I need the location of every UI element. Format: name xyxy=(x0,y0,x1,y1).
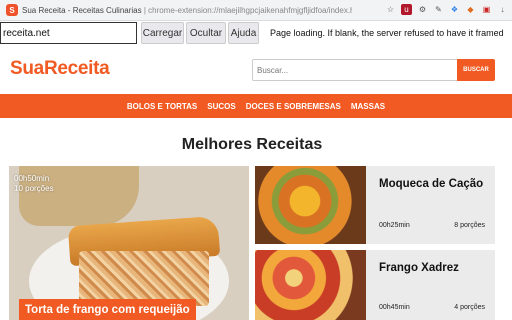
recipe-servings: 8 porções xyxy=(454,222,485,229)
nav-item-massas[interactable]: MASSAS xyxy=(351,102,385,111)
search-input[interactable] xyxy=(252,59,458,81)
browser-bar: S Sua Receita - Receitas Culinarias | ch… xyxy=(0,0,512,21)
featured-recipe-card[interactable]: 00h50min 10 porções Torta de frango com … xyxy=(9,166,249,320)
recipe-time: 00h45min xyxy=(379,304,410,311)
url-field[interactable] xyxy=(0,22,137,44)
pie-filling-image xyxy=(79,251,209,306)
recipe-image xyxy=(255,166,366,244)
extension-gear-icon[interactable]: ⚙ xyxy=(417,4,428,15)
nav-item-bolos-e-tortas[interactable]: BOLOS E TORTAS xyxy=(127,102,197,111)
featured-time: 00h50min xyxy=(14,174,50,183)
nav-item-sucos[interactable]: SUCOS xyxy=(207,102,235,111)
nav-item-doces-e-sobremesas[interactable]: DOCES E SOBREMESAS xyxy=(246,102,341,111)
help-button[interactable]: Ajuda xyxy=(228,22,259,44)
featured-servings: 10 porções xyxy=(14,184,54,193)
status-message: Page loading. If blank, the server refus… xyxy=(270,28,504,38)
extension-edit-icon[interactable]: ✎ xyxy=(433,4,444,15)
recipe-title[interactable]: Frango Xadrez xyxy=(379,262,459,274)
download-icon[interactable]: ↓ xyxy=(497,4,508,15)
site-favicon-icon: S xyxy=(6,4,18,16)
recipe-title[interactable]: Moqueca de Cação xyxy=(379,178,483,190)
recipe-card[interactable]: Frango Xadrez 00h45min 4 porções xyxy=(255,250,495,320)
recipe-card[interactable]: Moqueca de Cação 00h25min 8 porções xyxy=(255,166,495,244)
search-button[interactable]: BUSCAR xyxy=(457,59,495,81)
tab-title: Sua Receita - Receitas Culinarias xyxy=(22,5,142,15)
featured-title[interactable]: Torta de frango com requeijão xyxy=(19,299,196,320)
site-logo[interactable]: SuaReceita xyxy=(10,58,110,80)
load-button[interactable]: Carregar xyxy=(141,22,184,44)
category-nav: BOLOS E TORTAS SUCOS DOCES E SOBREMESAS … xyxy=(0,94,512,118)
extension-icons: ☆ u ⚙ ✎ ❖ ◆ ▣ ↓ xyxy=(385,4,508,15)
extension-u-icon[interactable]: u xyxy=(401,4,412,15)
site-header: SuaReceita BUSCAR xyxy=(0,46,512,94)
url-text: chrome-extension://mlaejilhgpcjaikenahfm… xyxy=(148,5,352,15)
recipe-servings: 4 porções xyxy=(454,304,485,311)
recipe-time: 00h25min xyxy=(379,222,410,229)
hide-button[interactable]: Ocultar xyxy=(186,22,226,44)
star-icon[interactable]: ☆ xyxy=(385,4,396,15)
extension-red-icon[interactable]: ▣ xyxy=(481,4,492,15)
section-title: Melhores Receitas xyxy=(181,136,323,153)
extension-diamond-icon[interactable]: ❖ xyxy=(449,4,460,15)
featured-meta: 00h50min 10 porções xyxy=(14,174,54,194)
extension-orange-icon[interactable]: ◆ xyxy=(465,4,476,15)
recipe-image xyxy=(255,250,366,320)
address-text[interactable]: Sua Receita - Receitas Culinarias | chro… xyxy=(22,6,352,15)
